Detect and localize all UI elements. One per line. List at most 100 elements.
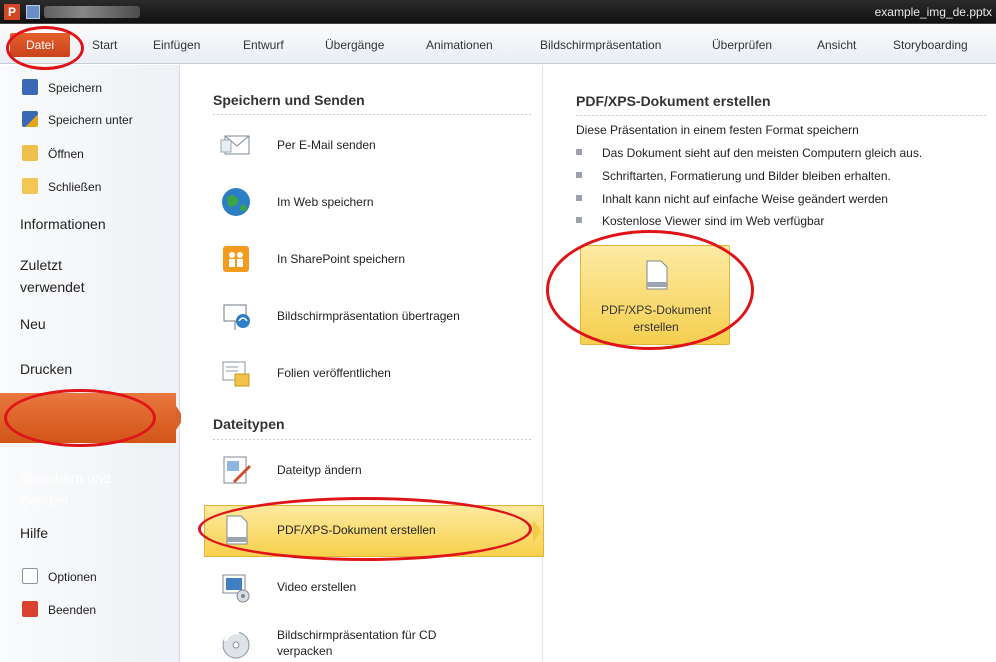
section-file-types-title: Dateitypen <box>213 416 285 432</box>
bullet-icon <box>576 217 582 223</box>
option-publish-slides[interactable]: Folien veröffentlichen <box>213 348 543 398</box>
create-pdf-line1: PDF/XPS-Dokument <box>600 303 712 317</box>
tab-start[interactable]: Start <box>92 38 117 52</box>
option-sharepoint-label: In SharePoint speichern <box>277 252 406 266</box>
nav-print[interactable]: Drucken <box>20 358 72 380</box>
backstage-nav: Speichern Speichern unter Öffnen Schließ… <box>0 65 180 662</box>
powerpoint-app-icon[interactable]: P <box>4 4 20 20</box>
detail-bullet: Schriftarten, Formatierung und Bilder bl… <box>576 169 891 183</box>
bullet-text: Das Dokument sieht auf den meisten Compu… <box>602 146 923 160</box>
nav-options[interactable]: Optionen <box>22 568 97 584</box>
tab-transitions[interactable]: Übergänge <box>325 38 384 52</box>
broadcast-icon <box>223 304 250 330</box>
video-icon <box>222 574 250 603</box>
change-filetype-icon <box>223 456 251 484</box>
pdf-document-icon <box>646 260 668 290</box>
nav-open-label: Öffnen <box>48 147 84 161</box>
bullet-text: Schriftarten, Formatierung und Bilder bl… <box>602 169 891 183</box>
nav-recent-line2: verwendet <box>20 279 85 295</box>
tab-review[interactable]: Überprüfen <box>712 38 772 52</box>
section-divider <box>213 439 533 440</box>
nav-close-label: Schließen <box>48 180 102 194</box>
detail-title: PDF/XPS-Dokument erstellen <box>576 93 771 109</box>
create-pdf-xps-label: PDF/XPS-Dokument erstellen <box>581 302 731 336</box>
option-web[interactable]: Im Web speichern <box>213 177 543 227</box>
option-publish-slides-label: Folien veröffentlichen <box>277 366 391 380</box>
create-pdf-xps-button[interactable]: PDF/XPS-Dokument erstellen <box>580 245 730 345</box>
quick-access-toolbar[interactable] <box>44 6 140 18</box>
section-divider <box>213 114 533 115</box>
open-folder-icon <box>22 145 38 161</box>
title-bar: P example_img_de.pptx <box>0 0 996 24</box>
detail-bullet: Inhalt kann nicht auf einfache Weise geä… <box>576 192 888 206</box>
option-video-label: Video erstellen <box>277 580 357 594</box>
option-video[interactable]: Video erstellen <box>213 562 543 612</box>
options-icon <box>22 568 38 584</box>
nav-recent-line1: Zuletzt <box>20 257 63 273</box>
close-folder-icon <box>22 178 38 194</box>
nav-exit[interactable]: Beenden <box>22 601 96 617</box>
globe-icon <box>222 188 250 216</box>
option-pdf-xps-label: PDF/XPS-Dokument erstellen <box>277 523 436 537</box>
quick-access-save-icon[interactable] <box>26 5 40 19</box>
nav-save-label: Speichern <box>48 81 103 95</box>
nav-save-as[interactable]: Speichern unter <box>22 111 133 127</box>
tab-animations[interactable]: Animationen <box>426 38 493 52</box>
option-web-label: Im Web speichern <box>277 195 374 209</box>
nav-share-line1: Speichern und <box>20 470 111 486</box>
option-package-cd-line1: Bildschirmpräsentation für CD <box>277 628 437 642</box>
bullet-text: Inhalt kann nicht auf einfache Weise geä… <box>602 192 888 206</box>
tab-view[interactable]: Ansicht <box>817 38 856 52</box>
pdf-document-icon <box>226 515 248 545</box>
sharepoint-icon <box>223 246 249 272</box>
cd-icon <box>222 631 250 659</box>
option-package-cd[interactable]: Bildschirmpräsentation für CD verpacken <box>213 619 543 662</box>
tab-file[interactable]: Datei <box>10 33 70 57</box>
bullet-text: Kostenlose Viewer sind im Web verfügbar <box>602 214 825 228</box>
tab-slideshow[interactable]: Bildschirmpräsentation <box>540 38 661 52</box>
save-send-panel: Speichern und Senden Per E-Mail senden I… <box>181 65 544 662</box>
nav-share[interactable]: Speichern und Senden <box>20 467 110 511</box>
option-change-filetype[interactable]: Dateityp ändern <box>213 445 543 495</box>
pdf-detail-panel: PDF/XPS-Dokument erstellen Diese Präsent… <box>544 65 996 662</box>
create-pdf-line2: erstellen <box>633 320 679 334</box>
nav-open[interactable]: Öffnen <box>22 145 84 161</box>
save-as-icon <box>22 111 38 127</box>
nav-new[interactable]: Neu <box>20 313 46 335</box>
option-broadcast-label: Bildschirmpräsentation übertragen <box>277 309 460 323</box>
tab-design[interactable]: Entwurf <box>243 38 284 52</box>
nav-info[interactable]: Informationen <box>20 213 106 235</box>
option-sharepoint[interactable]: In SharePoint speichern <box>213 234 543 284</box>
ribbon-tabs: Datei Start Einfügen Entwurf Übergänge A… <box>0 24 996 64</box>
publish-slides-icon <box>222 361 250 387</box>
tab-insert[interactable]: Einfügen <box>153 38 200 52</box>
tab-storyboarding[interactable]: Storyboarding <box>893 38 968 52</box>
window-title: example_img_de.pptx <box>874 5 992 19</box>
nav-recent[interactable]: Zuletzt verwendet <box>20 254 85 298</box>
nav-exit-label: Beenden <box>48 603 97 617</box>
nav-close[interactable]: Schließen <box>22 178 101 194</box>
option-broadcast[interactable]: Bildschirmpräsentation übertragen <box>213 291 543 341</box>
bullet-icon <box>576 149 582 155</box>
option-package-cd-line2: verpacken <box>277 644 333 658</box>
email-icon <box>220 135 250 155</box>
nav-share-highlight <box>0 393 176 443</box>
option-email[interactable]: Per E-Mail senden <box>213 120 543 170</box>
option-change-filetype-label: Dateityp ändern <box>277 463 362 477</box>
option-pdf-xps[interactable]: PDF/XPS-Dokument erstellen <box>213 505 543 555</box>
nav-save-as-label: Speichern unter <box>48 113 133 127</box>
detail-bullet: Das Dokument sieht auf den meisten Compu… <box>576 146 922 160</box>
nav-help[interactable]: Hilfe <box>20 522 48 544</box>
option-email-label: Per E-Mail senden <box>277 138 376 152</box>
nav-save[interactable]: Speichern <box>22 79 102 95</box>
option-package-cd-label: Bildschirmpräsentation für CD verpacken <box>277 627 436 659</box>
exit-icon <box>22 601 38 617</box>
bullet-icon <box>576 172 582 178</box>
section-divider <box>576 115 988 116</box>
detail-description: Diese Präsentation in einem festen Forma… <box>576 123 859 137</box>
section-save-send-title: Speichern und Senden <box>213 92 365 108</box>
detail-bullet: Kostenlose Viewer sind im Web verfügbar <box>576 214 824 228</box>
nav-share-line2: Senden <box>20 492 69 508</box>
bullet-icon <box>576 195 582 201</box>
save-icon <box>22 79 38 95</box>
